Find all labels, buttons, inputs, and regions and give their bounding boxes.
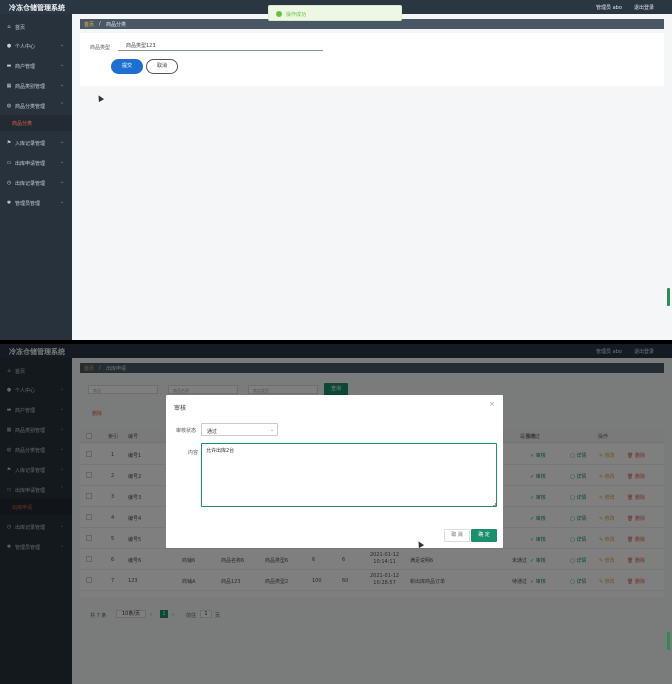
main-content: 首页 / 商品分类 商品类型 提交 取消	[72, 14, 672, 340]
sidebar-item-label: 商品类别管理	[15, 84, 46, 90]
chevron-down-icon: ⌄	[60, 82, 65, 88]
doc-icon: ▭	[6, 160, 12, 166]
audit-content-textarea[interactable]: 允许出库2台	[201, 443, 497, 507]
sidebar-item-label: 出库记录管理	[15, 181, 46, 187]
screen-outbound-audit: 冷冻仓储管理系统 管理员 abo 退出登录 ⌂ 首页 ● 个人中心 ⌄ ▬ 商户…	[0, 344, 672, 684]
submit-button[interactable]: 提交	[111, 59, 143, 74]
breadcrumb-separator: /	[99, 21, 101, 27]
dialog-confirm-button[interactable]: 确 定	[471, 529, 497, 542]
sidebar-subitem-product-type[interactable]: 商品分类	[0, 115, 72, 131]
home-icon: ⌂	[7, 24, 11, 30]
sidebar-item-outbound-requests[interactable]: ▭ 出库申请管理 ⌄	[0, 154, 72, 172]
sidebar-item-label: 商品分类管理	[15, 104, 46, 110]
sidebar-item-label: 商户管理	[15, 64, 36, 70]
chevron-down-icon: ⌄	[60, 62, 65, 68]
logout-link[interactable]: 退出登录	[634, 4, 654, 11]
category-input[interactable]	[118, 40, 323, 51]
sidebar-item-home[interactable]: ⌂ 首页	[0, 18, 72, 36]
sidebar: ⌂ 首页 ● 个人中心 ⌄ ▬ 商户管理 ⌄ ▦ 商品类别管理 ⌄ ◍ 商品分类…	[0, 14, 72, 340]
audit-status-value: 通过	[207, 429, 218, 435]
sidebar-item-label: 个人中心	[15, 44, 36, 50]
tag-icon: ◍	[6, 103, 12, 109]
chevron-up-icon: ⌃	[60, 102, 65, 108]
check-circle-icon	[276, 11, 282, 17]
audit-dialog: 审核 × 审核状态 通过 ⌄ 内容 允许出库2台 取 消 确 定	[166, 395, 503, 548]
sidebar-item-merchants[interactable]: ▬ 商户管理 ⌄	[0, 57, 72, 75]
sidebar-item-label: 管理员管理	[15, 201, 41, 207]
breadcrumb-current: 商品分类	[106, 22, 127, 28]
admin-user: 管理员 abo	[596, 5, 622, 11]
sidebar-item-label: 出库申请管理	[15, 161, 46, 167]
sidebar-item-outbound-records[interactable]: ◷ 出库记录管理 ⌄	[0, 174, 72, 192]
sidebar-subitem-label: 商品分类	[12, 121, 33, 127]
flag-icon: ⚑	[6, 140, 12, 146]
sidebar-item-product-types[interactable]: ◍ 商品分类管理 ⌃	[0, 97, 72, 115]
toast-message: 操作成功	[286, 12, 307, 18]
category-field-label: 商品类型	[90, 45, 111, 51]
sidebar-item-label: 入库记录管理	[15, 141, 46, 147]
sidebar-item-admins[interactable]: ✱ 管理员管理 ⌄	[0, 194, 72, 212]
sidebar-item-product-categories[interactable]: ▦ 商品类别管理 ⌄	[0, 77, 72, 95]
breadcrumb-home[interactable]: 首页	[84, 21, 94, 28]
scrollbar-handle[interactable]	[667, 632, 670, 650]
user-icon: ●	[6, 43, 12, 49]
category-form: 商品类型 提交 取消	[80, 33, 664, 86]
gear-icon: ✱	[6, 200, 12, 206]
sidebar-item-profile[interactable]: ● 个人中心 ⌄	[0, 37, 72, 55]
sidebar-item-inbound[interactable]: ⚑ 入库记录管理 ⌄	[0, 134, 72, 152]
close-icon[interactable]: ×	[489, 400, 495, 408]
screen-category-edit: 冷冻仓储管理系统 管理员 abo 退出登录 ⌂ 首页 ● 个人中心 ⌄ ▬ 商户…	[0, 0, 672, 340]
cancel-button[interactable]: 取消	[146, 59, 178, 74]
chevron-down-icon: ⌄	[270, 427, 275, 433]
chevron-down-icon: ⌄	[60, 199, 65, 205]
success-toast: 操作成功	[268, 5, 402, 21]
chevron-down-icon: ⌄	[60, 159, 65, 165]
audit-status-select[interactable]: 通过 ⌄	[201, 423, 278, 436]
scrollbar-handle[interactable]	[667, 288, 670, 306]
audit-status-label: 审核状态	[176, 428, 197, 434]
clock-icon: ◷	[6, 180, 12, 186]
textarea-resize-handle[interactable]	[493, 503, 496, 506]
dialog-cancel-button[interactable]: 取 消	[444, 529, 470, 542]
app-title: 冷冻仓储管理系统	[9, 4, 65, 12]
chevron-down-icon: ⌄	[60, 42, 65, 48]
chevron-down-icon: ⌄	[60, 179, 65, 185]
dialog-title: 审核	[174, 405, 187, 412]
sidebar-item-label: 首页	[15, 25, 26, 31]
chevron-down-icon: ⌄	[60, 139, 65, 145]
store-icon: ▬	[6, 63, 12, 69]
audit-content-label: 内容	[188, 450, 199, 456]
grid-icon: ▦	[6, 83, 12, 89]
